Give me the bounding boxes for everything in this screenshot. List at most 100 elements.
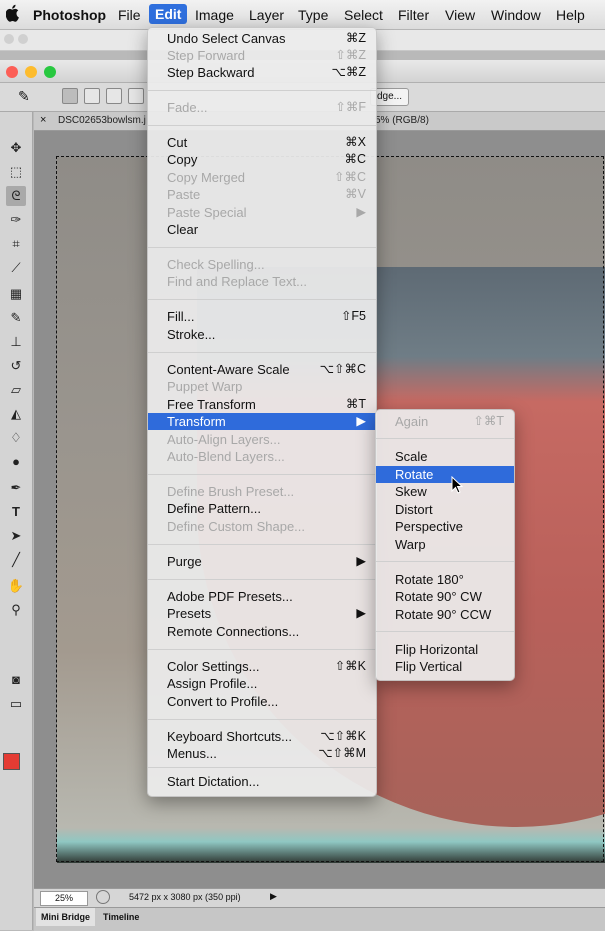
menu-item-content-aware-scale[interactable]: Content-Aware Scale ⌥⇧⌘C xyxy=(148,361,376,378)
pen-icon[interactable]: ✒ xyxy=(6,478,26,498)
menu-item-scale[interactable]: Scale xyxy=(376,448,514,465)
type-icon[interactable]: T xyxy=(6,502,26,522)
zoom-window-icon[interactable] xyxy=(44,66,56,78)
hand-icon[interactable]: ✋ xyxy=(6,576,26,596)
menu-item-auto-align[interactable]: Auto-Align Layers... xyxy=(148,431,376,448)
tab-mini-bridge[interactable]: Mini Bridge xyxy=(36,908,95,926)
menu-layer[interactable]: Layer xyxy=(249,5,284,25)
menu-type[interactable]: Type xyxy=(298,5,328,25)
menu-file[interactable]: File xyxy=(118,5,141,25)
menu-item-paste-special[interactable]: Paste Special ▶ xyxy=(148,204,376,221)
menu-item-fade[interactable]: Fade... ⇧⌘F xyxy=(148,99,376,116)
line-icon[interactable]: ╱ xyxy=(6,550,26,570)
document-tab-title[interactable]: DSC02653bowlsm.j xyxy=(52,112,146,130)
submenu-arrow-icon: ▶ xyxy=(356,606,366,620)
menu-item-copy[interactable]: Copy ⌘C xyxy=(148,151,376,168)
menu-item-flip-vertical[interactable]: Flip Vertical xyxy=(376,658,514,675)
menu-item-undo[interactable]: Undo Select Canvas ⌘Z xyxy=(148,30,376,47)
new-selection-icon[interactable] xyxy=(62,88,78,104)
status-info-icon[interactable] xyxy=(96,890,110,904)
subtract-selection-icon[interactable] xyxy=(106,88,122,104)
lasso-preset-icon[interactable]: ✎ xyxy=(18,88,30,105)
screen-mode-icon[interactable]: ▭ xyxy=(6,694,26,714)
menu-item-assign-profile[interactable]: Assign Profile... xyxy=(148,675,376,692)
minimize-window-icon[interactable] xyxy=(25,66,37,78)
move-tool-icon[interactable]: ✥ xyxy=(6,138,26,158)
menu-item-presets[interactable]: Presets ▶ xyxy=(148,605,376,622)
tab-timeline[interactable]: Timeline xyxy=(98,908,144,926)
menu-image[interactable]: Image xyxy=(195,5,234,25)
menu-item-transform[interactable]: Transform ▶ xyxy=(148,413,376,430)
menu-item-color-settings[interactable]: Color Settings... ⇧⌘K xyxy=(148,658,376,675)
menu-photoshop[interactable]: Photoshop xyxy=(33,5,106,25)
close-window-icon[interactable] xyxy=(6,66,18,78)
bucket-icon[interactable]: ◭ xyxy=(6,404,26,424)
marquee-tool-icon[interactable]: ⬚ xyxy=(6,162,26,182)
menu-window[interactable]: Window xyxy=(491,5,541,25)
spot-heal-icon[interactable]: ▦ xyxy=(6,284,26,304)
menu-item-auto-blend[interactable]: Auto-Blend Layers... xyxy=(148,448,376,465)
menu-item-start-dictation[interactable]: Start Dictation... xyxy=(148,773,376,790)
crop-icon[interactable]: ⌗ xyxy=(6,234,26,254)
quick-select-icon[interactable]: ✑ xyxy=(6,210,26,230)
menu-item-remote-connections[interactable]: Remote Connections... xyxy=(148,623,376,640)
foreground-color-swatch[interactable] xyxy=(3,753,20,770)
menu-item-rotate-90-cw[interactable]: Rotate 90° CW xyxy=(376,588,514,605)
menu-item-warp[interactable]: Warp xyxy=(376,536,514,553)
dodge-icon[interactable]: ● xyxy=(6,452,26,472)
eyedropper-icon[interactable]: ⟋ xyxy=(6,258,26,278)
menu-item-flip-horizontal[interactable]: Flip Horizontal xyxy=(376,641,514,658)
zoom-icon[interactable]: ⚲ xyxy=(6,600,26,620)
menu-item-step-backward[interactable]: Step Backward ⌥⌘Z xyxy=(148,64,376,81)
menu-item-define-shape[interactable]: Define Custom Shape... xyxy=(148,518,376,535)
blur-icon[interactable]: ♢ xyxy=(6,428,26,448)
menu-item-check-spelling[interactable]: Check Spelling... xyxy=(148,256,376,273)
history-brush-icon[interactable]: ↺ xyxy=(6,356,26,376)
menu-item-perspective[interactable]: Perspective xyxy=(376,518,514,535)
menu-separator xyxy=(148,579,376,580)
menu-item-step-forward[interactable]: Step Forward ⇧⌘Z xyxy=(148,47,376,64)
brush-icon[interactable]: ✎ xyxy=(6,308,26,328)
menu-item-rotate-180[interactable]: Rotate 180° xyxy=(376,571,514,588)
menu-item-keyboard-shortcuts[interactable]: Keyboard Shortcuts... ⌥⇧⌘K xyxy=(148,728,376,745)
menu-item-pdf-presets[interactable]: Adobe PDF Presets... xyxy=(148,588,376,605)
menu-item-convert-profile[interactable]: Convert to Profile... xyxy=(148,693,376,710)
add-selection-icon[interactable] xyxy=(84,88,100,104)
menu-item-define-brush[interactable]: Define Brush Preset... xyxy=(148,483,376,500)
menu-edit[interactable]: Edit xyxy=(149,4,188,24)
lasso-tool-icon[interactable]: ᘓ xyxy=(6,186,26,206)
stamp-icon[interactable]: ⊥ xyxy=(6,332,26,352)
menu-item-free-transform[interactable]: Free Transform ⌘T xyxy=(148,396,376,413)
menu-item-menus[interactable]: Menus... ⌥⇧⌘M xyxy=(148,745,376,762)
eraser-icon[interactable]: ▱ xyxy=(6,380,26,400)
menu-item-copy-merged[interactable]: Copy Merged ⇧⌘C xyxy=(148,169,376,186)
apple-icon[interactable] xyxy=(6,4,20,22)
menu-item-rotate[interactable]: Rotate xyxy=(376,466,514,483)
menu-item-distort[interactable]: Distort xyxy=(376,501,514,518)
menu-select[interactable]: Select xyxy=(344,5,383,25)
menu-item-purge[interactable]: Purge ▶ xyxy=(148,553,376,570)
menu-view[interactable]: View xyxy=(445,5,475,25)
menu-item-stroke[interactable]: Stroke... xyxy=(148,326,376,343)
menu-item-cut[interactable]: Cut ⌘X xyxy=(148,134,376,151)
menu-item-again[interactable]: Again ⇧⌘T xyxy=(376,413,514,430)
menu-help[interactable]: Help xyxy=(556,5,585,25)
menu-filter[interactable]: Filter xyxy=(398,5,429,25)
menu-separator xyxy=(376,438,514,439)
menu-item-define-pattern[interactable]: Define Pattern... xyxy=(148,500,376,517)
status-arrow-icon[interactable]: ▶ xyxy=(270,891,277,902)
quickmask-icon[interactable]: ◙ xyxy=(6,670,26,690)
close-tab-icon[interactable]: × xyxy=(40,114,46,126)
menu-item-clear[interactable]: Clear xyxy=(148,221,376,238)
menu-item-rotate-90-ccw[interactable]: Rotate 90° CCW xyxy=(376,606,514,623)
path-select-icon[interactable]: ➤ xyxy=(6,526,26,546)
menu-item-puppet-warp[interactable]: Puppet Warp xyxy=(148,378,376,395)
submenu-arrow-icon: ▶ xyxy=(356,554,366,568)
menu-item-skew[interactable]: Skew xyxy=(376,483,514,500)
zoom-field[interactable]: 25% xyxy=(40,891,88,906)
menu-item-fill[interactable]: Fill... ⇧F5 xyxy=(148,308,376,325)
intersect-selection-icon[interactable] xyxy=(128,88,144,104)
menu-item-find-replace[interactable]: Find and Replace Text... xyxy=(148,273,376,290)
menu-separator xyxy=(148,474,376,475)
menu-item-paste[interactable]: Paste ⌘V xyxy=(148,186,376,203)
